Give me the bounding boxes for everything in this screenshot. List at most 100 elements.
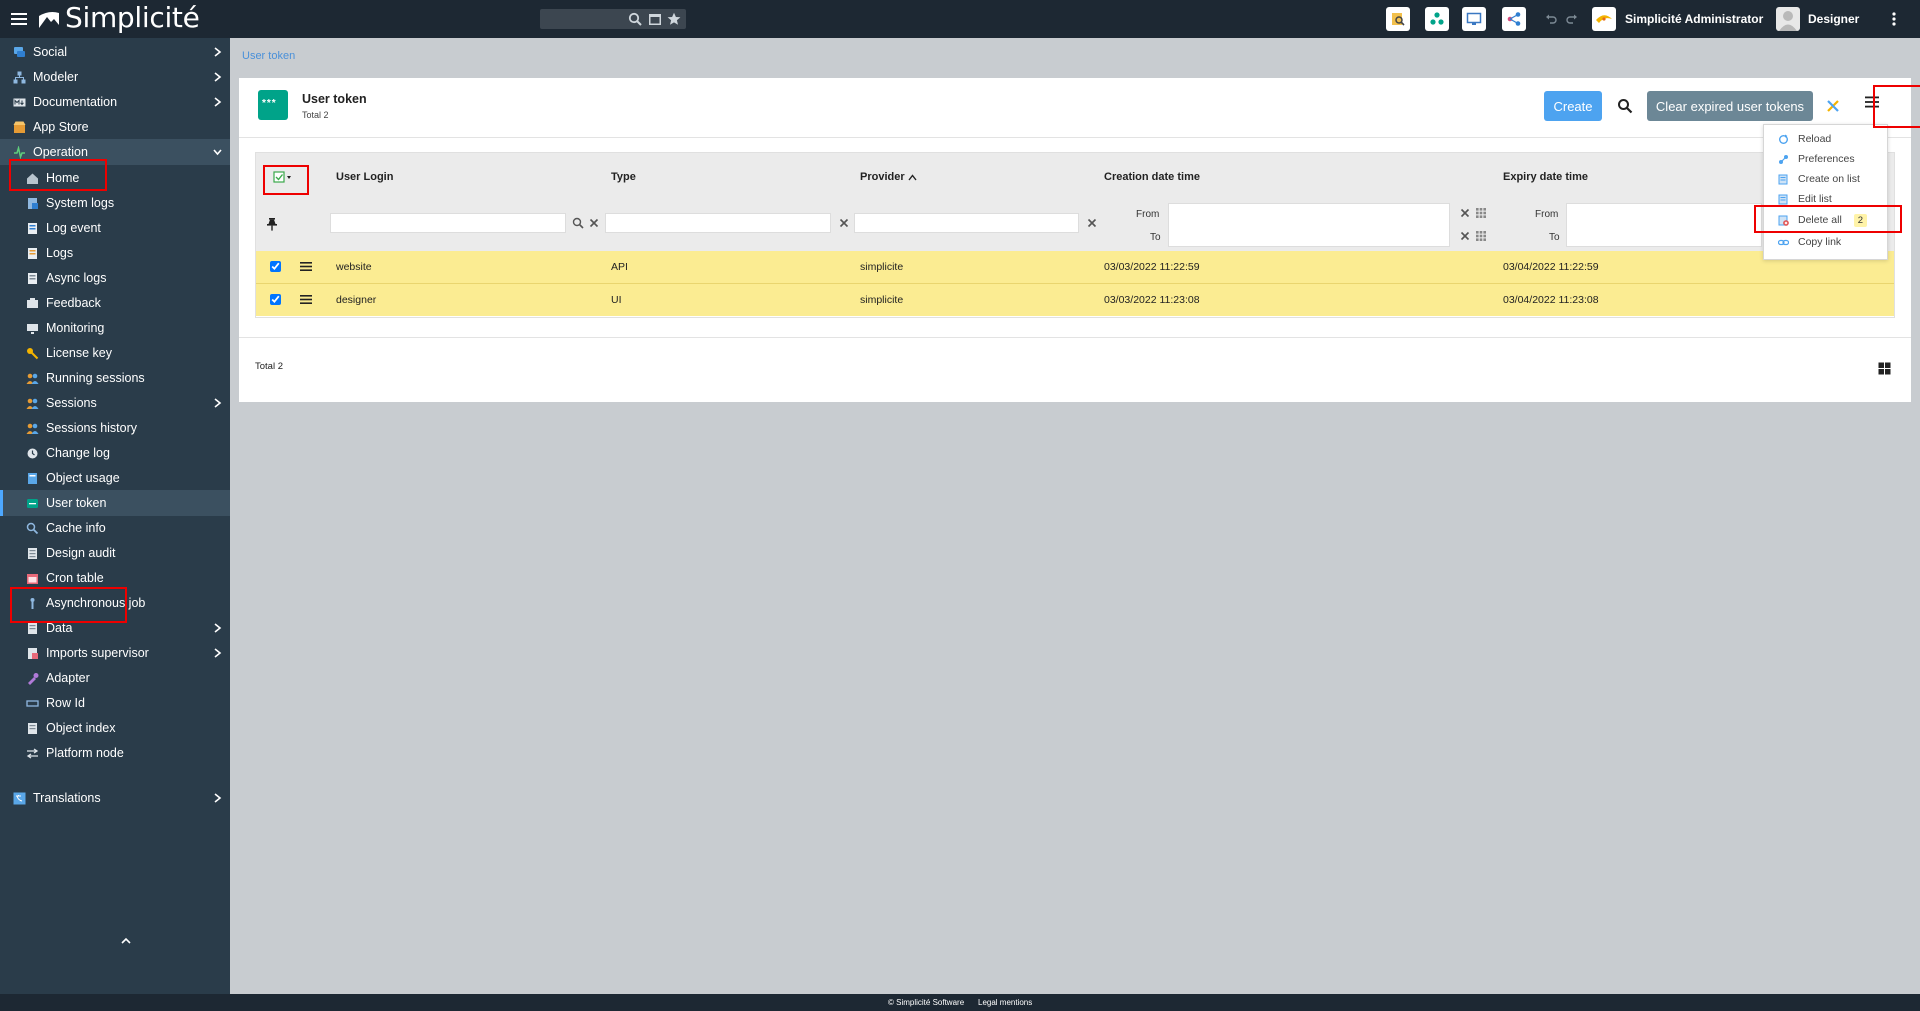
menu-item-copy-link[interactable]: Copy link [1764, 233, 1889, 251]
search-icon[interactable] [628, 12, 642, 26]
sidebar-group-label: Operation [33, 145, 88, 159]
grid-layout-icon[interactable] [1878, 362, 1891, 375]
sidebar-group-documentation[interactable]: Documentation [0, 89, 230, 115]
pin-icon[interactable] [266, 217, 278, 231]
filter-expiry-date-range[interactable] [1566, 203, 1762, 247]
select-all-dropdown[interactable] [270, 169, 296, 187]
sidebar-item-system-logs[interactable]: System logs [0, 190, 230, 216]
redo-icon[interactable] [1566, 13, 1578, 25]
sidebar-group-operation[interactable]: Operation [0, 139, 230, 165]
sidebar-item-sessions[interactable]: Sessions [0, 390, 230, 416]
sidebar-item-home[interactable]: Home [0, 165, 230, 191]
table-row[interactable]: website API simplicite 03/03/2022 11:22:… [256, 251, 1894, 283]
column-header-expiry-date-time[interactable]: Expiry date time [1503, 171, 1588, 183]
row-menu-icon[interactable] [300, 261, 312, 272]
clear-expired-tokens-button[interactable]: Clear expired user tokens [1647, 91, 1813, 121]
sidebar-item-cache-info[interactable]: Cache info [0, 515, 230, 541]
star-icon[interactable] [667, 12, 681, 26]
sidebar-item-design-audit[interactable]: Design audit [0, 540, 230, 566]
sidebar-item-label: License key [46, 346, 113, 360]
table-row[interactable]: designer UI simplicite 03/03/2022 11:23:… [256, 284, 1894, 316]
sidebar-item-asynchronous-job[interactable]: Asynchronous job [0, 590, 230, 616]
create-button[interactable]: Create [1544, 91, 1602, 121]
chevron-up-icon[interactable] [120, 936, 132, 946]
sidebar-item-data[interactable]: Data [0, 615, 230, 641]
global-search-input[interactable] [544, 11, 626, 27]
sidebar-item-row-id[interactable]: Row Id [0, 690, 230, 716]
menu-item-edit-list[interactable]: Edit list [1764, 190, 1889, 208]
sidebar-item-license-key[interactable]: License key [0, 340, 230, 366]
tool-share-button[interactable] [1502, 7, 1526, 31]
clear-filter-icon[interactable] [588, 217, 600, 229]
clear-filter-icon[interactable] [1459, 230, 1471, 242]
filter-provider-input[interactable] [854, 213, 1079, 233]
sidebar-item-feedback[interactable]: Feedback [0, 290, 230, 316]
sidebar-item-log-event[interactable]: Log event [0, 215, 230, 241]
sidebar-item-user-token[interactable]: User token [0, 490, 230, 516]
sidebar-item-sessions-history[interactable]: Sessions history [0, 415, 230, 441]
column-header-type[interactable]: Type [611, 171, 636, 183]
menu-item-reload[interactable]: Reload [1764, 130, 1889, 148]
sidebar-item-label: Sessions [46, 396, 97, 410]
list-menu-icon[interactable] [1864, 95, 1880, 109]
log-event-icon [28, 222, 37, 234]
clear-filter-icon[interactable] [1459, 207, 1471, 219]
active-item-indicator [0, 490, 3, 516]
user-name-label[interactable]: Designer [1808, 12, 1859, 26]
legal-mentions-link[interactable]: Legal mentions [978, 998, 1032, 1007]
tools-icon[interactable] [1826, 99, 1840, 113]
sidebar-group-modeler[interactable]: Modeler [0, 64, 230, 90]
sidebar-item-object-usage[interactable]: Object usage [0, 465, 230, 491]
tool-search-doc-button[interactable] [1386, 7, 1410, 31]
sidebar-item-adapter[interactable]: Adapter [0, 665, 230, 691]
sidebar-item-cron-table[interactable]: Cron table [0, 565, 230, 591]
search-icon[interactable] [1617, 98, 1633, 114]
undo-icon[interactable] [1545, 13, 1557, 25]
menu-item-create-on-list[interactable]: Create on list [1764, 170, 1889, 188]
menu-item-preferences[interactable]: Preferences [1764, 150, 1889, 168]
sidebar-item-label: Home [46, 171, 80, 185]
sidebar-item-platform-node[interactable]: Platform node [0, 740, 230, 766]
user-role-label[interactable]: Simplicité Administrator [1625, 12, 1763, 26]
hamburger-menu-icon[interactable] [10, 11, 28, 27]
row-select-checkbox[interactable] [270, 261, 281, 272]
calendar-grid-icon[interactable] [1475, 230, 1487, 242]
more-options-icon[interactable] [1890, 11, 1898, 27]
sidebar-item-change-log[interactable]: Change log [0, 440, 230, 466]
filter-creation-date-range[interactable] [1168, 203, 1450, 247]
sidebar-item-imports-supervisor[interactable]: Imports supervisor [0, 640, 230, 666]
search-doc-icon [1392, 13, 1405, 26]
admin-scope-button[interactable] [1592, 7, 1616, 31]
column-header-provider[interactable]: Provider [860, 171, 917, 183]
calendar-grid-icon[interactable] [1475, 207, 1487, 219]
app-logo[interactable]: Simplicité [38, 3, 200, 33]
breadcrumb[interactable]: User token [242, 50, 295, 62]
clear-filter-icon[interactable] [838, 217, 850, 229]
filter-user-login-input[interactable] [330, 213, 566, 233]
tool-monitor-button[interactable] [1462, 7, 1486, 31]
sidebar-group-social[interactable]: Social [0, 39, 230, 65]
column-header-creation-date-time[interactable]: Creation date time [1104, 171, 1200, 183]
tool-modules-button[interactable] [1425, 7, 1449, 31]
share-icon [1507, 12, 1521, 26]
sidebar-group-translations[interactable]: Translations [0, 785, 230, 811]
sidebar-item-label: Feedback [46, 296, 101, 310]
user-avatar[interactable] [1776, 7, 1800, 31]
sidebar-item-monitoring[interactable]: Monitoring [0, 315, 230, 341]
sidebar-item-running-sessions[interactable]: Running sessions [0, 365, 230, 391]
row-menu-icon[interactable] [300, 294, 312, 305]
filter-type-input[interactable] [605, 213, 831, 233]
sidebar-group-app-store[interactable]: App Store [0, 114, 230, 140]
clear-filter-icon[interactable] [1086, 217, 1098, 229]
sidebar-item-logs[interactable]: Logs [0, 240, 230, 266]
menu-item-delete-all[interactable]: Delete all 2 [1764, 211, 1889, 229]
search-icon[interactable] [572, 217, 584, 229]
chat-bubble-icon [14, 46, 25, 57]
sidebar-item-async-logs[interactable]: Async logs [0, 265, 230, 291]
row-select-checkbox[interactable] [270, 294, 281, 305]
column-header-user-login[interactable]: User Login [336, 171, 393, 183]
sidebar-item-object-index[interactable]: Object index [0, 715, 230, 741]
cell-creation-date: 03/03/2022 11:22:59 [1104, 261, 1200, 273]
calendar-icon[interactable] [648, 12, 662, 26]
async-logs-icon [28, 272, 37, 284]
